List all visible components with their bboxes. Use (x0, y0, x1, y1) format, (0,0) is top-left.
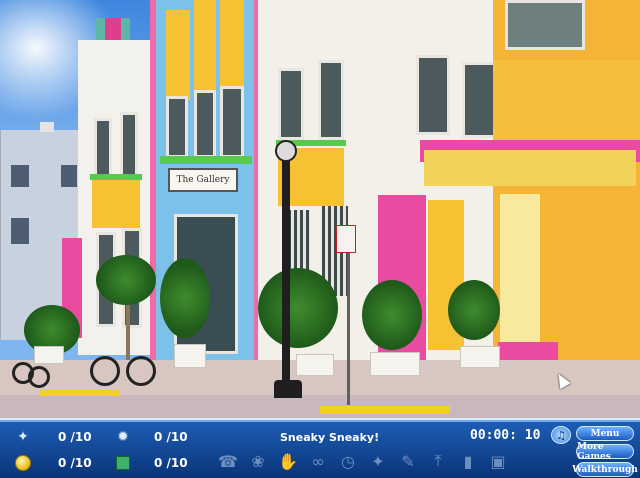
sound-toggle-icon[interactable]: ♫ (551, 426, 571, 444)
gear-icon: ✹ (117, 429, 129, 445)
bush (258, 268, 338, 348)
bird-shape-icon: ❀ (251, 451, 265, 471)
window (220, 86, 244, 158)
window (505, 0, 585, 50)
phone-icon: ☎ (218, 451, 238, 471)
planter (296, 354, 334, 376)
book-icon: ▣ (490, 451, 506, 471)
bush (362, 280, 422, 350)
decorative-frieze (424, 150, 636, 186)
window (416, 55, 450, 135)
window (94, 118, 112, 178)
green-ledge (160, 156, 252, 164)
floral-column (500, 194, 540, 344)
gallery-sign: The Gallery (168, 168, 238, 192)
hud-bar: ✦ 0 /10 ✹ 0 /10 0 /10 0 /10 Sneaky Sneak… (0, 420, 640, 478)
window (166, 96, 188, 158)
pen-icon: ✎ (401, 451, 415, 471)
hidden-object-scene[interactable]: The Gallery (0, 0, 640, 420)
bird-icon: ✦ (17, 429, 29, 445)
sign-pole (347, 250, 350, 405)
yellow-panel (220, 0, 244, 90)
lamp-post (282, 150, 290, 390)
bush (448, 280, 500, 340)
window (61, 165, 77, 187)
game-timer: 00:00: 10 (470, 428, 541, 443)
bicycle-wheel (28, 366, 50, 388)
box-count: 0 /10 (154, 456, 188, 470)
window (462, 62, 496, 138)
gear-count: 0 /10 (154, 430, 188, 444)
menu-button[interactable]: Menu (576, 426, 634, 441)
yellow-panel (194, 0, 216, 95)
gear-counter: ✹ 0 /10 (114, 429, 188, 445)
window (318, 60, 344, 140)
no-parking-sign (336, 225, 356, 253)
white-building (78, 40, 158, 355)
palm-tree (160, 258, 210, 338)
window (120, 112, 138, 178)
palm-trunk (126, 300, 130, 360)
yellow-curb (320, 406, 450, 414)
box-counter: 0 /10 (114, 455, 188, 471)
window (194, 90, 216, 158)
window (278, 68, 304, 140)
bird-counter: ✦ 0 /10 (14, 429, 92, 445)
planter (174, 344, 206, 368)
clock-icon: ◷ (341, 451, 355, 471)
walkthrough-button[interactable]: Walkthrough (572, 462, 638, 477)
window (11, 165, 29, 187)
green-ledge (90, 174, 142, 180)
remaining-items-tray: ☎ ❀ ✋ ∞ ◷ ✦ ✎ ⤒ ▮ ▣ (218, 451, 508, 471)
coin-icon (15, 455, 31, 471)
yellow-panel (92, 180, 140, 228)
hand-icon: ✋ (278, 451, 298, 471)
box-icon: ▮ (463, 451, 473, 471)
lamp-base (274, 380, 302, 398)
bird-count: 0 /10 (58, 430, 92, 444)
planter (460, 346, 500, 368)
planter (370, 352, 420, 376)
glasses-icon: ∞ (311, 451, 325, 471)
rooftop-unit (40, 122, 54, 132)
orange-wall (493, 60, 640, 140)
palm-tree (96, 255, 156, 305)
window (11, 218, 29, 244)
more-games-button[interactable]: More Games (576, 442, 634, 462)
game-title: Sneaky Sneaky! (280, 431, 380, 444)
knife-icon: ⤒ (434, 451, 442, 470)
coin-counter: 0 /10 (14, 455, 92, 471)
coin-count: 0 /10 (58, 456, 92, 470)
box-icon (116, 456, 130, 470)
planter (34, 346, 64, 364)
bicycle-wheel (90, 356, 120, 386)
star-icon: ✦ (371, 451, 385, 471)
yellow-curb (40, 390, 120, 396)
bicycle-wheel (126, 356, 156, 386)
lamp-globe (275, 140, 297, 162)
yellow-panel (166, 10, 190, 100)
